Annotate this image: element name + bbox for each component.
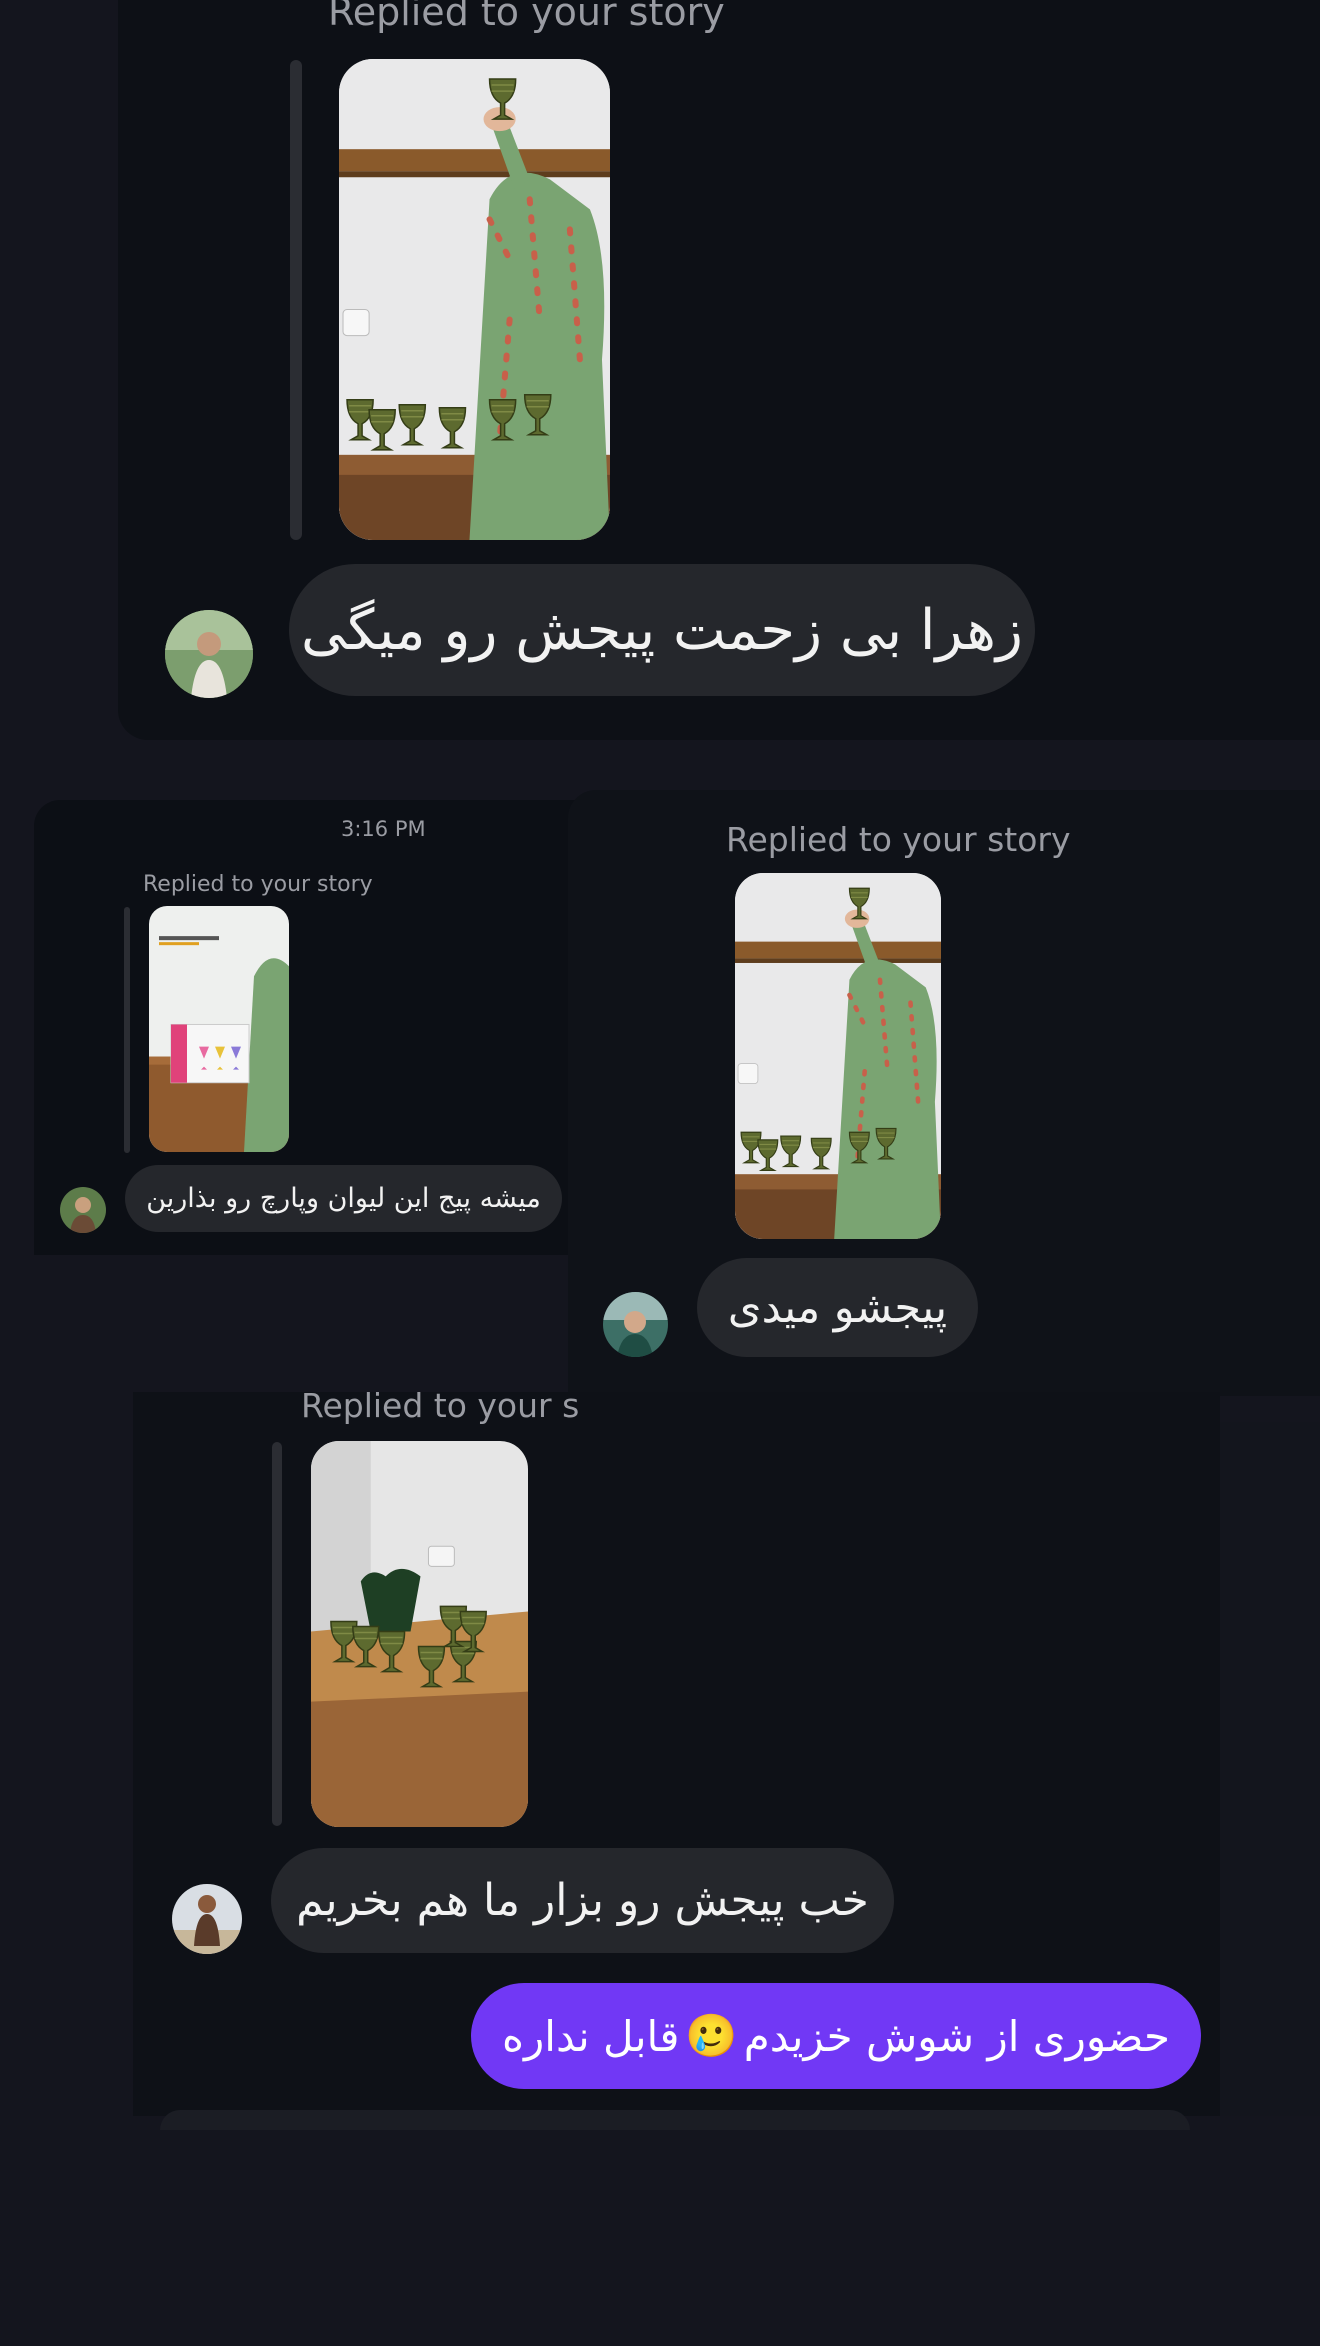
avatar-image: [603, 1292, 668, 1357]
story-image-glasses-shelf: [339, 59, 610, 540]
story-image-glasses-shelf: [735, 873, 941, 1239]
emoji-crying-smile: 🥲: [685, 2011, 738, 2060]
avatar[interactable]: [60, 1187, 106, 1233]
sent-message-bubble[interactable]: حضوری از شوش خزیدم 🥲 قابل نداره: [471, 1983, 1201, 2089]
story-thumbnail[interactable]: [339, 59, 610, 540]
message-bubble[interactable]: زهرا بی زحمت پیجش رو میگی: [289, 564, 1035, 696]
story-image-glasses-counter: [311, 1441, 528, 1827]
story-thumbnail[interactable]: [149, 906, 289, 1152]
sent-message-text-after: قابل نداره: [502, 2011, 680, 2061]
replied-to-story-label: Replied to your s: [301, 1386, 580, 1425]
reply-rail: [272, 1442, 282, 1826]
next-bubble-edge: [160, 2110, 1190, 2130]
story-thumbnail[interactable]: [311, 1441, 528, 1827]
avatar[interactable]: [172, 1884, 242, 1954]
reply-rail: [290, 60, 302, 540]
avatar[interactable]: [603, 1292, 668, 1357]
message-bubble[interactable]: خب پیجش رو بزار ما هم بخریم: [271, 1848, 894, 1953]
message-bubble[interactable]: پیجشو میدی: [697, 1258, 978, 1357]
side-panel: [1220, 1422, 1320, 2116]
replied-to-story-label: Replied to your story: [328, 0, 725, 34]
replied-to-story-label: Replied to your story: [726, 820, 1071, 859]
timestamp: 3:16 PM: [341, 817, 426, 841]
reply-rail: [124, 907, 130, 1153]
story-image-glasses-box: [149, 906, 289, 1152]
sent-message-text: حضوری از شوش خزیدم: [743, 2011, 1170, 2061]
replied-to-story-label: Replied to your story: [143, 872, 373, 897]
message-bubble[interactable]: میشه پیج این لیوان وپارچ رو بذارین: [125, 1165, 562, 1232]
avatar-image: [60, 1187, 106, 1233]
story-thumbnail[interactable]: [735, 873, 941, 1239]
avatar-image: [165, 610, 253, 698]
avatar-image: [172, 1884, 242, 1954]
avatar[interactable]: [165, 610, 253, 698]
